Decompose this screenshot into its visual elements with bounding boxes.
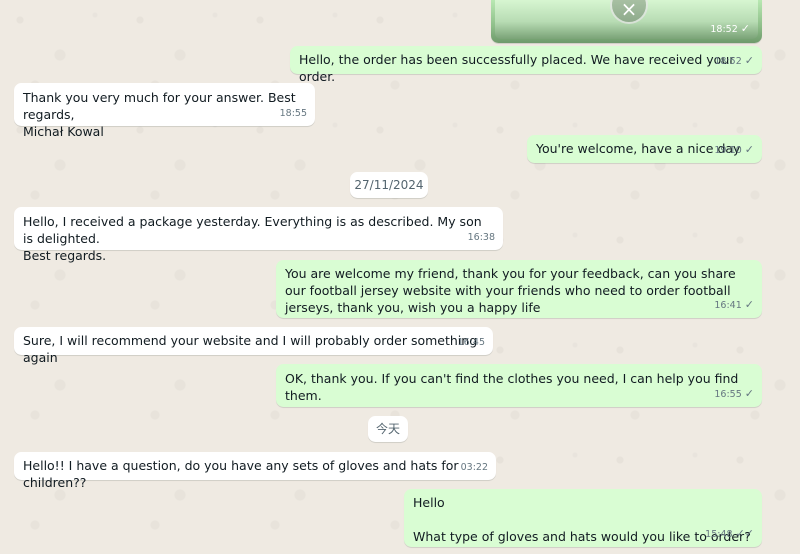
message-time: 18:55 [279, 108, 307, 119]
outgoing-message[interactable]: You're welcome, have a nice day 19:10 ✓ [527, 135, 762, 163]
message-time: 19:10 [714, 145, 742, 156]
close-icon[interactable]: × [610, 0, 648, 24]
message-time: 16:41 [714, 300, 742, 311]
message-time: 18:52 [710, 24, 738, 35]
message-time: 03:22 [460, 462, 488, 473]
image-thumbnail[interactable]: × 18:52 ✓ [495, 0, 758, 39]
message-meta: 18:52 ✓ [714, 52, 754, 70]
message-meta: 19:10 ✓ [714, 141, 754, 159]
incoming-message[interactable]: Hello, I received a package yesterday. E… [14, 207, 503, 263]
outgoing-message[interactable]: Hello What type of gloves and hats would… [404, 489, 762, 547]
message-text: Hello, I received a package yesterday. E… [23, 214, 482, 263]
message-text: Hello What type of gloves and hats would… [413, 495, 751, 544]
outgoing-message[interactable]: OK, thank you. If you can't find the clo… [276, 364, 762, 407]
sent-check-icon: ✓ [744, 298, 754, 311]
message-time: 16:55 [714, 389, 742, 400]
message-text: OK, thank you. If you can't find the clo… [285, 371, 743, 403]
message-meta: 16:41 ✓ [714, 296, 754, 314]
sent-check-icon: ✓ [744, 387, 754, 400]
sent-check-icon: ✓ [744, 54, 754, 67]
date-separator: 今天 [368, 416, 408, 442]
message-time: 16:45 [457, 337, 485, 348]
message-meta: 16:55 ✓ [714, 385, 754, 403]
message-time: 18:52 [714, 56, 742, 67]
incoming-message[interactable]: Thank you very much for your answer. Bes… [14, 83, 315, 139]
message-time: 16:38 [467, 232, 495, 243]
incoming-message[interactable]: Sure, I will recommend your website and … [14, 327, 493, 365]
message-text: You are welcome my friend, thank you for… [285, 266, 740, 315]
date-separator: 27/11/2024 [350, 172, 428, 198]
message-time: 15:48 [705, 529, 733, 540]
outgoing-message[interactable]: You are welcome my friend, thank you for… [276, 260, 762, 318]
sent-check-icon: ✓ [744, 143, 754, 156]
message-meta: 15:48 ✓✓ [705, 525, 754, 543]
message-text: Thank you very much for your answer. Bes… [23, 90, 296, 139]
delivered-check-icon: ✓✓ [735, 527, 754, 540]
image-message[interactable]: × 18:52 ✓ [491, 0, 762, 43]
outgoing-message[interactable]: Hello, the order has been successfully p… [290, 46, 762, 84]
sent-check-icon: ✓ [740, 22, 750, 35]
message-meta: 18:52 ✓ [710, 22, 750, 35]
message-text: You're welcome, have a nice day [536, 141, 741, 156]
incoming-message[interactable]: Hello!! I have a question, do you have a… [14, 452, 496, 490]
